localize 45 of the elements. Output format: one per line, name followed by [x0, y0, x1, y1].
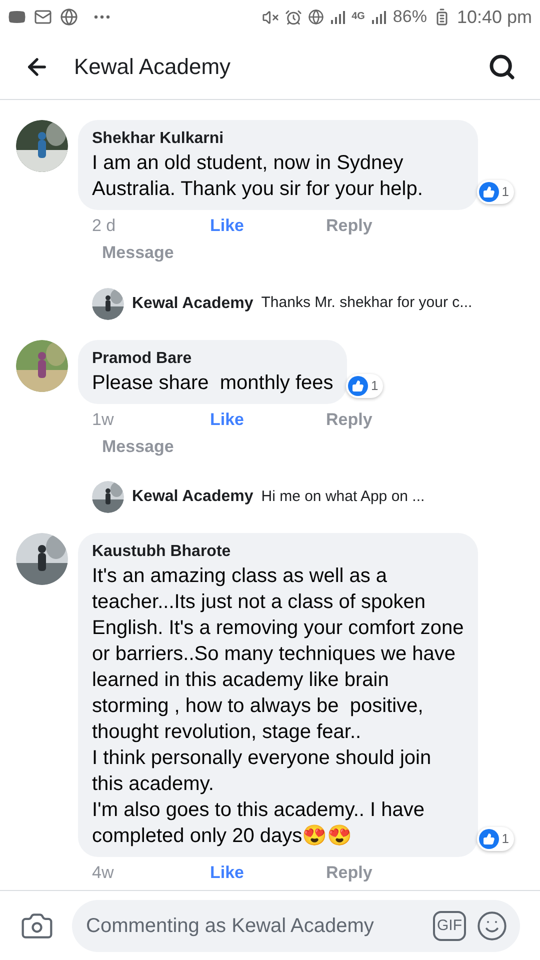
comment-author[interactable]: Pramod Bare	[92, 348, 334, 370]
gif-button[interactable]: GIF	[433, 910, 466, 940]
reaction-count: 1	[502, 830, 509, 848]
reaction-badge[interactable]: 1	[346, 374, 384, 398]
comment-text: Please share monthly fees	[92, 370, 334, 396]
reply-preview-text[interactable]: Thanks Mr. shekhar for your c...	[261, 292, 472, 315]
comment-text: It's an amazing class as well as a teacher...Its just not a class of spoken English. It's a removing your comfort zone or barriers..So many techniques we have learned in this academy like brain storming , how to always be positive, thought revolution, stage fear.. I think personally everyone should join this academy. I'm also goes to this academy.. I have completed only 20 days😍😍	[92, 564, 464, 849]
reply-link[interactable]: Reply	[326, 213, 372, 239]
emoji-button[interactable]	[476, 910, 508, 942]
comment-text: I am an old student, now in Sydney Australia. Thank you sir for your help.	[92, 151, 424, 202]
reaction-count: 1	[371, 376, 378, 395]
message-link[interactable]: Message	[102, 240, 174, 266]
comment-time: 1w	[91, 408, 115, 431]
mute-icon	[262, 8, 279, 26]
like-link[interactable]: Like	[210, 406, 326, 432]
globe-icon	[308, 9, 324, 25]
network-type: 4G	[352, 12, 365, 22]
reaction-badge[interactable]: 1	[476, 180, 514, 204]
comment-time: 4w	[91, 862, 115, 884]
comment-author[interactable]: Shekhar Kulkarni	[92, 128, 464, 150]
comment-input[interactable]: Commenting as Kewal Academy GIF	[72, 900, 520, 952]
more-icon	[94, 15, 110, 19]
reaction-count: 1	[502, 183, 509, 202]
page-title: Kewal Academy	[74, 53, 232, 81]
like-icon	[478, 182, 499, 202]
message-link[interactable]: Message	[102, 434, 174, 459]
mail-icon	[34, 8, 52, 26]
clock-time: 10:40 pm	[456, 6, 532, 29]
like-icon	[348, 376, 368, 396]
reply-preview-text[interactable]: Hi me on what App on ...	[261, 486, 425, 508]
alarm-icon	[284, 8, 302, 26]
like-link[interactable]: Like	[210, 860, 326, 886]
signal-icon	[330, 10, 346, 24]
comment-author[interactable]: Kaustubh Bharote	[92, 541, 464, 563]
reply-link[interactable]: Reply	[326, 406, 372, 432]
reply-link[interactable]: Reply	[326, 860, 372, 886]
like-icon	[478, 829, 499, 849]
reply-preview-author[interactable]: Kewal Academy	[132, 292, 254, 316]
comment-time: 2 d	[91, 215, 117, 238]
reaction-badge[interactable]: 1	[476, 827, 514, 851]
reply-preview-author[interactable]: Kewal Academy	[132, 485, 254, 509]
signal-icon	[370, 10, 387, 24]
search-button[interactable]	[488, 52, 516, 80]
like-link[interactable]: Like	[210, 213, 326, 239]
battery-percent: 86%	[392, 6, 427, 28]
